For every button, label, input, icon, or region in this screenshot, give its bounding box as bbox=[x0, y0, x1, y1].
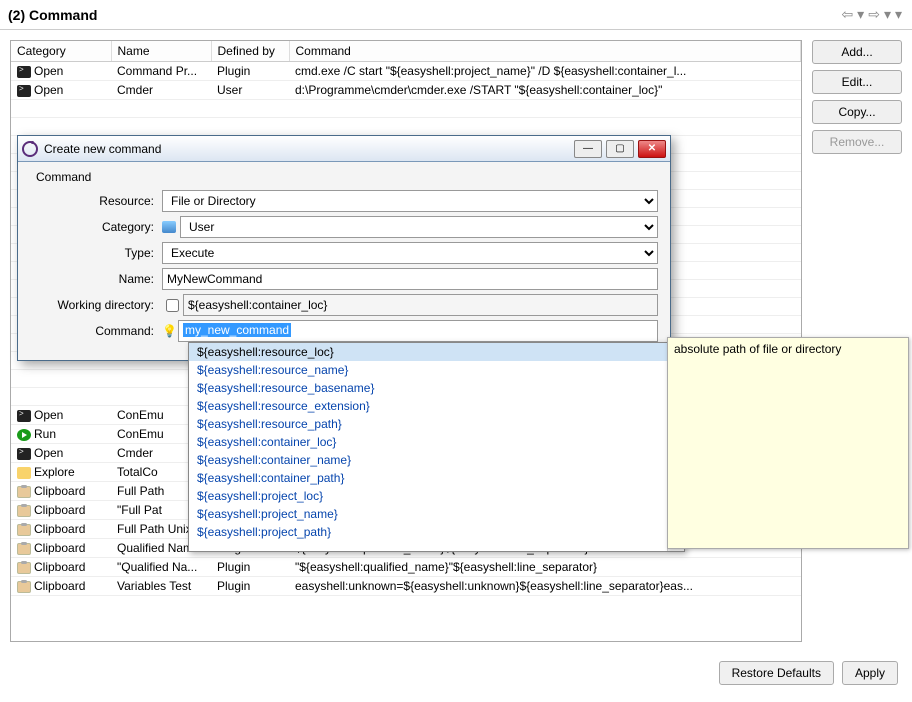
table-row[interactable]: OpenCmderUserd:\Programme\cmder\cmder.ex… bbox=[11, 81, 801, 100]
terminal-icon bbox=[17, 66, 31, 78]
clip-icon bbox=[17, 562, 31, 574]
folder-icon bbox=[17, 467, 31, 479]
autocomplete-item[interactable]: ${easyshell:project_path} bbox=[189, 523, 667, 541]
forward-menu-icon[interactable]: ▾ bbox=[884, 6, 891, 23]
back-menu-icon[interactable]: ▾ bbox=[857, 6, 864, 23]
suggestion-tooltip: absolute path of file or directory bbox=[667, 337, 909, 549]
dialog-group-label: Command bbox=[36, 170, 658, 184]
workdir-input[interactable] bbox=[183, 294, 658, 316]
user-icon bbox=[162, 221, 176, 233]
resource-select[interactable]: File or Directory bbox=[162, 190, 658, 212]
table-row[interactable]: Clipboard"Qualified Na...Plugin"${easysh… bbox=[11, 558, 801, 577]
maximize-button[interactable]: ▢ bbox=[606, 140, 634, 158]
col-header-command[interactable]: Command bbox=[289, 41, 801, 62]
dialog-title: Create new command bbox=[44, 142, 570, 156]
command-input[interactable]: my_new_command bbox=[178, 320, 658, 342]
edit-button[interactable]: Edit... bbox=[812, 70, 902, 94]
close-button[interactable]: ✕ bbox=[638, 140, 666, 158]
col-header-name[interactable]: Name bbox=[111, 41, 211, 62]
page-title: (2) Command bbox=[8, 7, 97, 23]
category-select[interactable]: User bbox=[180, 216, 658, 238]
category-label: Category: bbox=[30, 220, 162, 234]
table-row[interactable]: OpenCommand Pr...Plugincmd.exe /C start … bbox=[11, 62, 801, 81]
autocomplete-item[interactable]: ${easyshell:container_path} bbox=[189, 469, 667, 487]
clip-icon bbox=[17, 543, 31, 555]
apply-button[interactable]: Apply bbox=[842, 661, 898, 685]
run-icon bbox=[17, 429, 31, 441]
name-label: Name: bbox=[30, 272, 162, 286]
type-select[interactable]: Execute bbox=[162, 242, 658, 264]
command-input-value: my_new_command bbox=[183, 323, 291, 337]
terminal-icon bbox=[17, 448, 31, 460]
restore-defaults-button[interactable]: Restore Defaults bbox=[719, 661, 834, 685]
header: (2) Command ⇦ ▾ ⇨ ▾ ▾ bbox=[0, 0, 912, 30]
create-command-dialog: Create new command — ▢ ✕ Command Resourc… bbox=[17, 135, 671, 361]
col-header-defined[interactable]: Defined by bbox=[211, 41, 289, 62]
autocomplete-item[interactable]: ${easyshell:project_loc} bbox=[189, 487, 667, 505]
remove-button[interactable]: Remove... bbox=[812, 130, 902, 154]
forward-arrow-icon[interactable]: ⇨ bbox=[868, 6, 880, 23]
type-label: Type: bbox=[30, 246, 162, 260]
add-button[interactable]: Add... bbox=[812, 40, 902, 64]
tooltip-text: absolute path of file or directory bbox=[674, 342, 841, 356]
resource-label: Resource: bbox=[30, 194, 162, 208]
footer: Restore Defaults Apply bbox=[0, 652, 912, 694]
clip-icon bbox=[17, 581, 31, 593]
command-label: Command: bbox=[30, 324, 162, 338]
autocomplete-item[interactable]: ${easyshell:resource_extension} bbox=[189, 397, 667, 415]
autocomplete-list[interactable]: ${easyshell:resource_loc}${easyshell:res… bbox=[189, 343, 667, 551]
clip-icon bbox=[17, 524, 31, 536]
autocomplete-item[interactable]: ${easyshell:project_name} bbox=[189, 505, 667, 523]
table-row[interactable] bbox=[11, 100, 801, 118]
table-row[interactable]: ClipboardVariables TestPlugineasyshell:u… bbox=[11, 577, 801, 596]
back-arrow-icon[interactable]: ⇦ bbox=[841, 6, 853, 23]
autocomplete-item[interactable]: ${easyshell:resource_basename} bbox=[189, 379, 667, 397]
dialog-app-icon bbox=[22, 141, 38, 157]
workdir-checkbox[interactable] bbox=[166, 299, 179, 312]
autocomplete-item[interactable]: ${easyshell:resource_path} bbox=[189, 415, 667, 433]
copy-button[interactable]: Copy... bbox=[812, 100, 902, 124]
dialog-body: Command Resource: File or Directory Cate… bbox=[18, 162, 670, 360]
autocomplete-item[interactable]: ${easyshell:resource_name} bbox=[189, 361, 667, 379]
autocomplete-item[interactable]: ${easyshell:container_loc} bbox=[189, 433, 667, 451]
autocomplete-item[interactable]: ${easyshell:container_name} bbox=[189, 451, 667, 469]
view-menu-icon[interactable]: ▾ bbox=[895, 6, 902, 23]
workdir-label: Working directory: bbox=[30, 298, 162, 312]
terminal-icon bbox=[17, 410, 31, 422]
col-header-category[interactable]: Category bbox=[11, 41, 111, 62]
hint-icon: 💡 bbox=[162, 324, 176, 338]
autocomplete-item[interactable]: ${easyshell:resource_loc} bbox=[189, 343, 667, 361]
minimize-button[interactable]: — bbox=[574, 140, 602, 158]
clip-icon bbox=[17, 486, 31, 498]
name-input[interactable] bbox=[162, 268, 658, 290]
dialog-titlebar[interactable]: Create new command — ▢ ✕ bbox=[18, 136, 670, 162]
terminal-icon bbox=[17, 85, 31, 97]
autocomplete-popup: ${easyshell:resource_loc}${easyshell:res… bbox=[188, 342, 685, 552]
table-row[interactable] bbox=[11, 118, 801, 136]
clip-icon bbox=[17, 505, 31, 517]
